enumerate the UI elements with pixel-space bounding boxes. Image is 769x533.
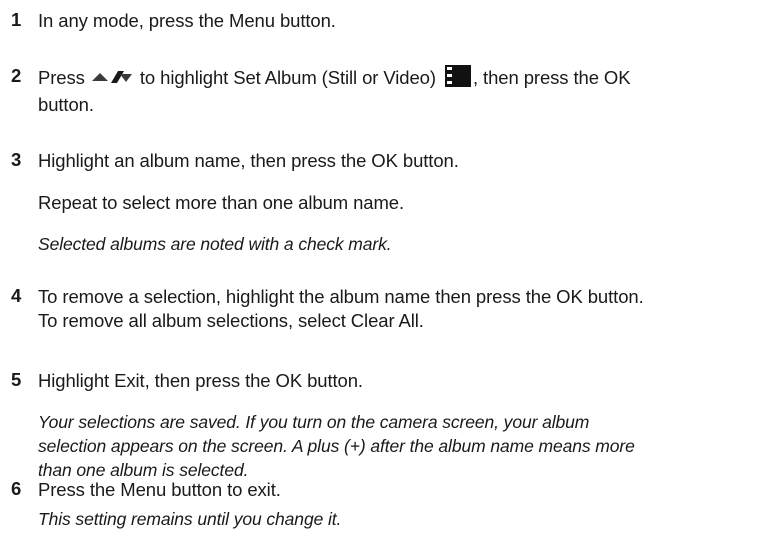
step-text-line-1: To remove a selection, highlight the alb…: [38, 286, 644, 307]
step-note: Selected albums are noted with a check m…: [38, 234, 392, 254]
step-text-then: , then press the OK: [472, 66, 631, 88]
album-mode-svg: [444, 65, 471, 87]
step-number: 5: [11, 369, 22, 390]
note-line-1: Your selections are saved. If you turn o…: [38, 412, 590, 432]
step-text-highlight: to highlight Set Album (Still or Video): [139, 66, 436, 88]
step-text-line-2: To remove all album selections, select C…: [38, 310, 424, 331]
step-note: This setting remains until you change it…: [38, 509, 342, 529]
album-mode-icon: [444, 65, 471, 93]
instruction-document: 1 In any mode, press the Menu button. 2 …: [0, 0, 769, 533]
note-line-3: than one album is selected.: [38, 460, 249, 480]
up-down-arrows-icon: [91, 67, 132, 91]
step-text: Highlight Exit, then press the OK button…: [38, 370, 363, 391]
step-text: In any mode, press the Menu button.: [38, 10, 336, 31]
step-number: 2: [11, 65, 22, 86]
up-down-arrows-svg: [91, 71, 132, 83]
step-number: 6: [11, 478, 22, 499]
step-text: Press the Menu button to exit.: [38, 479, 281, 500]
step-text: Highlight an album name, then press the …: [38, 150, 459, 171]
step-note: Your selections are saved. If you turn o…: [38, 410, 769, 482]
step-extra-text: Repeat to select more than one album nam…: [38, 192, 405, 213]
step-text-press: Press: [38, 66, 85, 88]
step-text-wrap: button.: [38, 94, 94, 115]
note-line-2: selection appears on the screen. A plus …: [38, 436, 635, 456]
step-number: 4: [11, 285, 22, 306]
step-text: Press to highlight Set Album (Still or V…: [38, 65, 769, 117]
step-number: 1: [11, 9, 22, 30]
step-text: To remove a selection, highlight the alb…: [38, 285, 769, 333]
step-number: 3: [11, 149, 22, 170]
